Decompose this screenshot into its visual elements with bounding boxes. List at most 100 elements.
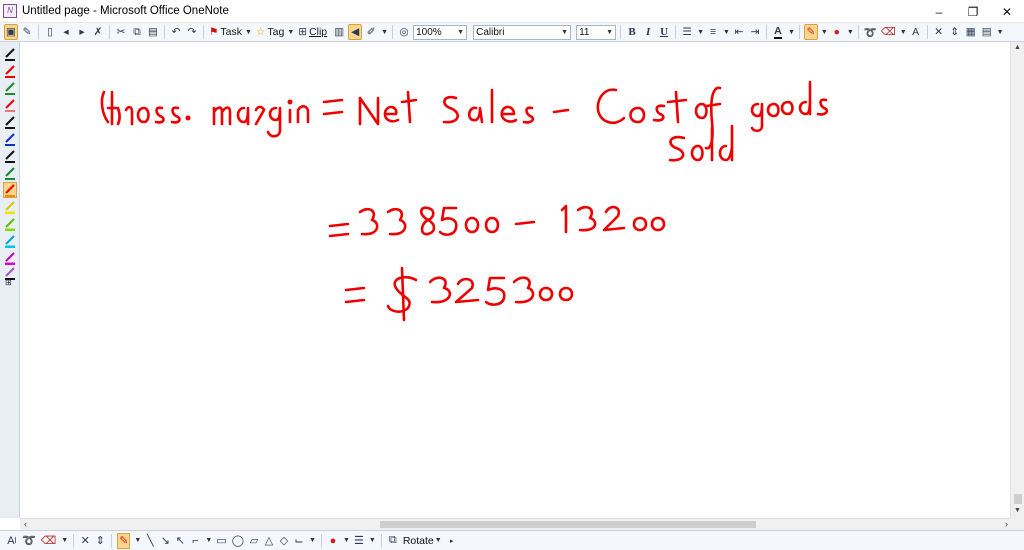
audio-icon[interactable]: ◀ <box>348 24 363 40</box>
restore-button[interactable]: ❐ <box>956 0 990 23</box>
triangle-icon[interactable]: △ <box>263 533 275 549</box>
horizontal-scrollbar[interactable]: ‹ › <box>20 518 1010 530</box>
delete-x-icon[interactable]: ✕ <box>932 24 946 40</box>
diamond-icon[interactable]: ◇ <box>278 533 290 549</box>
scroll-right-icon[interactable]: › <box>1005 519 1008 529</box>
redo-icon[interactable]: ↷ <box>185 24 199 40</box>
rotate-button[interactable]: Rotate ▼ <box>402 533 443 549</box>
bullets-icon[interactable]: ☰ <box>680 24 694 40</box>
scroll-up-icon[interactable]: ▲ <box>1014 44 1021 51</box>
bold-button[interactable]: B <box>625 24 639 40</box>
onenote-app-icon[interactable]: N <box>3 4 17 18</box>
increase-indent-icon[interactable]: ⇥ <box>748 24 762 40</box>
font-color-button[interactable]: A <box>771 24 785 40</box>
chevron-down-icon[interactable]: ▼ <box>61 537 68 544</box>
pen-red-thin-icon[interactable] <box>3 97 17 113</box>
underline-button[interactable]: U <box>657 24 671 40</box>
table-icon[interactable]: ▤ <box>980 24 994 40</box>
rectangle-icon[interactable]: ▭ <box>215 533 227 549</box>
more-pens-icon[interactable]: ⊞ <box>5 278 12 287</box>
chevron-down-icon[interactable]: ▼ <box>788 29 795 36</box>
parallelogram-icon[interactable]: ▱ <box>248 533 260 549</box>
connector-icon[interactable]: ⌙ <box>293 533 305 549</box>
highlighter-magenta-icon[interactable] <box>3 250 17 266</box>
chevron-down-icon[interactable]: ▼ <box>381 29 388 36</box>
undo-icon[interactable]: ↶ <box>169 24 183 40</box>
chevron-down-icon[interactable]: ▼ <box>287 29 294 36</box>
numbering-icon[interactable]: ≡ <box>706 24 720 40</box>
copy-icon[interactable]: ⧉ <box>130 24 144 40</box>
highlighter-green-icon[interactable] <box>3 216 17 232</box>
pen-black-icon[interactable] <box>3 46 17 62</box>
pen-blue-icon[interactable] <box>3 131 17 147</box>
font-family-select[interactable]: Calibri ▼ <box>473 24 572 40</box>
insert-space-icon[interactable]: ⇕ <box>94 533 106 549</box>
pen-black-2-icon[interactable] <box>3 148 17 164</box>
chevron-down-icon[interactable]: ▼ <box>134 537 141 544</box>
decrease-indent-icon[interactable]: ⇤ <box>732 24 746 40</box>
note-canvas[interactable]: Gross margin = Net Sales - Cost of goods… <box>20 42 1010 518</box>
horizontal-scroll-thumb[interactable] <box>380 521 756 528</box>
chevron-down-icon[interactable]: ▼ <box>821 29 828 36</box>
cut-icon[interactable]: ✂ <box>114 24 128 40</box>
eraser-tool-icon[interactable]: ⌫ <box>40 533 58 549</box>
line-icon[interactable]: ╲ <box>144 533 156 549</box>
pen-tool-icon[interactable]: ✎ <box>117 532 131 549</box>
page-view-icon[interactable]: ▣ <box>4 24 18 40</box>
double-arrow-icon[interactable]: ↖ <box>174 533 186 549</box>
insert-space-icon[interactable]: ⇕ <box>948 24 962 40</box>
pen-red-selected-icon[interactable] <box>3 182 17 198</box>
line-weight-icon[interactable]: ☰ <box>353 533 365 549</box>
chevron-down-icon[interactable]: ▼ <box>997 29 1004 36</box>
chevron-down-icon[interactable]: ▼ <box>369 537 376 544</box>
paste-icon[interactable]: ▤ <box>146 24 160 40</box>
ellipse-icon[interactable]: ◯ <box>231 533 245 549</box>
shape-color-icon[interactable]: ● <box>327 533 339 549</box>
highlighter-icon[interactable]: ✎ <box>803 24 818 40</box>
arrange-icon[interactable]: ⧉ <box>387 533 399 549</box>
vertical-scroll-thumb[interactable] <box>1014 494 1022 504</box>
chevron-down-icon[interactable]: ▼ <box>309 537 316 544</box>
more-options-icon[interactable]: ▸ <box>446 533 458 549</box>
chevron-down-icon[interactable]: ▼ <box>343 537 350 544</box>
minimize-button[interactable]: – <box>922 0 956 23</box>
lasso-select-icon[interactable]: ➰ <box>21 533 37 549</box>
vertical-scrollbar[interactable]: ▲ ▼ <box>1010 42 1024 518</box>
tag-button[interactable]: ☆ Tag ▼ <box>255 24 295 40</box>
pen-mode-icon[interactable]: ✎ <box>20 24 34 40</box>
new-page-icon[interactable]: ▯ <box>43 24 57 40</box>
chevron-down-icon[interactable]: ▼ <box>697 29 704 36</box>
chevron-down-icon[interactable]: ▼ <box>205 537 212 544</box>
delete-icon[interactable]: ✗ <box>91 24 105 40</box>
ink-color-icon[interactable]: ● <box>830 24 844 40</box>
lasso-icon[interactable]: ➰ <box>863 24 878 40</box>
clip-button[interactable]: ⊞ Clip <box>297 24 330 40</box>
zoom-icon[interactable]: ◎ <box>397 24 411 40</box>
pen-green-2-icon[interactable] <box>3 165 17 181</box>
forward-icon[interactable]: ▸ <box>75 24 89 40</box>
delete-x-icon[interactable]: ✕ <box>79 533 91 549</box>
arrow-line-icon[interactable]: ↘ <box>159 533 171 549</box>
zoom-select[interactable]: 100% ▼ <box>413 24 468 40</box>
panel-icon[interactable]: ▥ <box>332 24 346 40</box>
axis-icon[interactable]: ⌐ <box>189 533 201 549</box>
text-mode-button[interactable]: AI <box>6 533 18 549</box>
highlighter-yellow-icon[interactable] <box>3 199 17 215</box>
close-button[interactable]: ✕ <box>990 0 1024 23</box>
text-mode-icon[interactable]: A <box>909 24 923 40</box>
scroll-left-icon[interactable]: ‹ <box>24 519 27 529</box>
page-layout-icon[interactable]: ▦ <box>964 24 978 40</box>
pen-red-icon[interactable] <box>3 63 17 79</box>
task-flag-button[interactable]: ⚑ Task ▼ <box>208 24 253 40</box>
font-size-select[interactable]: 11 ▼ <box>576 24 617 40</box>
pen-style-icon[interactable]: ✐ <box>364 24 378 40</box>
chevron-down-icon[interactable]: ▼ <box>245 29 252 36</box>
chevron-down-icon[interactable]: ▼ <box>723 29 730 36</box>
scroll-down-icon[interactable]: ▼ <box>1014 507 1021 514</box>
pen-green-icon[interactable] <box>3 80 17 96</box>
italic-button[interactable]: I <box>641 24 655 40</box>
eraser-icon[interactable]: ⌫ <box>880 24 897 40</box>
pen-black-thick-icon[interactable] <box>3 114 17 130</box>
back-icon[interactable]: ◂ <box>59 24 73 40</box>
chevron-down-icon[interactable]: ▼ <box>900 29 907 36</box>
